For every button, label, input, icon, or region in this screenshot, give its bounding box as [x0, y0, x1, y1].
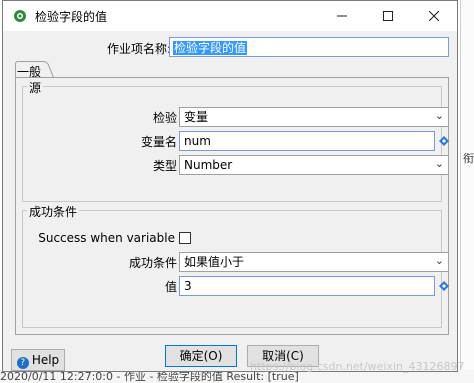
variable-name-value: num: [184, 134, 211, 148]
value-input-value: 3: [184, 279, 192, 293]
value-label: 值: [164, 280, 177, 294]
type-select-value: Number: [184, 158, 233, 172]
job-entry-name-label: 作业项名称:: [107, 42, 172, 56]
maximize-button[interactable]: [365, 1, 411, 31]
background-side-text: 衔: [463, 152, 474, 165]
window-title: 检验字段的值: [35, 10, 108, 24]
success-when-variable-label: Success when variable: [38, 231, 175, 245]
job-entry-name-input[interactable]: 检验字段的值: [169, 37, 449, 57]
success-condition-group-title: 成功条件: [27, 203, 80, 220]
success-condition-select[interactable]: 如果值小于 ⌄: [179, 252, 449, 272]
type-select[interactable]: Number ⌄: [179, 155, 449, 175]
check-select[interactable]: 变量 ⌄: [179, 107, 449, 127]
tab-panel-general: 源 检验 变量 ⌄ 变量名 num 类型 Number ⌄ 成功条件 Succe…: [15, 77, 449, 335]
help-button[interactable]: ? Help: [11, 349, 65, 371]
chevron-down-icon: ⌄: [434, 109, 444, 122]
spoon-icon: [13, 9, 27, 23]
job-entry-name-value: 检验字段的值: [173, 41, 248, 55]
check-label: 检验: [152, 111, 177, 125]
help-icon: ?: [16, 357, 29, 369]
variable-name-input[interactable]: num: [179, 131, 435, 151]
type-label: 类型: [152, 159, 177, 173]
value-input[interactable]: 3: [179, 276, 435, 296]
watermark: https://blog.csdn.net/weixin_43126897: [250, 360, 465, 373]
help-button-label: Help: [31, 353, 60, 367]
success-when-variable-checkbox[interactable]: [179, 232, 191, 244]
success-condition-group: 成功条件 Success when variable 成功条件 如果值小于 ⌄ …: [22, 203, 449, 328]
check-select-value: 变量: [184, 110, 209, 124]
variable-name-label: 变量名: [140, 135, 177, 149]
source-group-title: 源: [27, 79, 44, 96]
close-icon: [428, 10, 440, 22]
ok-button-label: 确定(O): [179, 349, 223, 363]
ok-button[interactable]: 确定(O): [165, 345, 237, 367]
variable-diamond-icon[interactable]: [439, 281, 449, 291]
chevron-down-icon: ⌄: [434, 254, 444, 267]
background-side-panel: 衔: [460, 0, 474, 383]
success-condition-label: 成功条件: [128, 256, 177, 270]
source-group: 源 检验 变量 ⌄ 变量名 num 类型 Number ⌄: [22, 79, 449, 202]
success-condition-value: 如果值小于: [184, 255, 245, 269]
title-bar[interactable]: 检验字段的值: [3, 1, 457, 31]
check-field-value-dialog: 检验字段的值 作业项名称: 检验字段的值 一般 源 检验 变量 ⌄ 变量名 nu…: [2, 0, 458, 372]
chevron-down-icon: ⌄: [434, 157, 444, 170]
variable-diamond-icon[interactable]: [439, 136, 449, 146]
close-button[interactable]: [411, 1, 457, 31]
minimize-button[interactable]: [319, 1, 365, 31]
